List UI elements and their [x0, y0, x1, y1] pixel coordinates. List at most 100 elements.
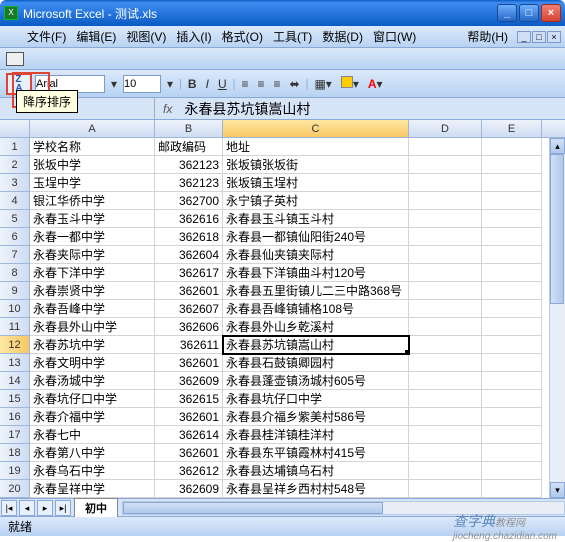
font-color-button[interactable]: A▾ [365, 77, 386, 91]
cell[interactable]: 永春汤城中学 [30, 372, 155, 390]
menu-insert[interactable]: 插入(I) [171, 26, 216, 47]
cell[interactable]: 362617 [155, 264, 223, 282]
tab-nav-first[interactable]: |◂ [1, 500, 17, 516]
scroll-up-button[interactable]: ▴ [550, 138, 565, 154]
cell[interactable]: 362616 [155, 210, 223, 228]
italic-button[interactable]: I [203, 77, 212, 91]
bold-button[interactable]: B [185, 77, 200, 91]
cell[interactable] [482, 390, 542, 408]
cell[interactable]: 永春苏坑中学 [30, 336, 155, 354]
col-header-A[interactable]: A [30, 120, 155, 137]
cell[interactable] [409, 138, 482, 156]
row-header[interactable]: 4 [0, 192, 30, 210]
cell[interactable]: 永春呈祥中学 [30, 480, 155, 498]
row-header[interactable]: 12 [0, 336, 30, 354]
cell[interactable] [482, 228, 542, 246]
align-center-button[interactable]: ≡ [254, 77, 267, 91]
sheet-tab-active[interactable]: 初中 [74, 498, 118, 517]
row-header[interactable]: 10 [0, 300, 30, 318]
cell[interactable]: 362614 [155, 426, 223, 444]
cell[interactable] [409, 210, 482, 228]
align-right-button[interactable]: ≡ [271, 77, 284, 91]
cell[interactable] [409, 354, 482, 372]
size-dropdown-icon[interactable]: ▾ [164, 77, 176, 91]
cell[interactable]: 永春县仙夹镇夹际村 [223, 246, 409, 264]
cell[interactable] [409, 156, 482, 174]
cell[interactable]: 362609 [155, 372, 223, 390]
cell[interactable] [482, 354, 542, 372]
cell[interactable]: 永春县五里街镇儿二三中路368号 [223, 282, 409, 300]
row-header[interactable]: 3 [0, 174, 30, 192]
formula-input[interactable]: 永春县苏坑镇嵩山村 [180, 99, 565, 119]
select-all-corner[interactable] [0, 120, 30, 137]
col-header-E[interactable]: E [482, 120, 542, 137]
cell[interactable]: 362606 [155, 318, 223, 336]
row-header[interactable]: 7 [0, 246, 30, 264]
cell[interactable] [482, 282, 542, 300]
cell[interactable]: 362601 [155, 354, 223, 372]
cell[interactable] [409, 336, 482, 354]
vscroll-thumb[interactable] [550, 154, 564, 304]
merge-button[interactable]: ⬌ [287, 77, 303, 91]
close-button[interactable]: × [541, 4, 561, 22]
font-size-select[interactable] [123, 75, 161, 93]
cell[interactable] [482, 480, 542, 498]
cell[interactable] [482, 246, 542, 264]
cell[interactable]: 学校名称 [30, 138, 155, 156]
row-header[interactable]: 19 [0, 462, 30, 480]
cell[interactable] [409, 192, 482, 210]
row-header[interactable]: 16 [0, 408, 30, 426]
font-dropdown-icon[interactable]: ▾ [108, 77, 120, 91]
cell[interactable]: 张坂中学 [30, 156, 155, 174]
maximize-button[interactable]: □ [519, 4, 539, 22]
cell[interactable]: 永春县介福乡紫美村586号 [223, 408, 409, 426]
cell[interactable]: 永春县呈祥乡西村村548号 [223, 480, 409, 498]
menu-tools[interactable]: 工具(T) [268, 26, 317, 47]
cell[interactable]: 永春下洋中学 [30, 264, 155, 282]
cell[interactable]: 永春县石鼓镇卿园村 [223, 354, 409, 372]
cell[interactable]: 永春县桂洋镇桂洋村 [223, 426, 409, 444]
cell[interactable] [482, 372, 542, 390]
cell[interactable]: 永春县东平镇霞林村415号 [223, 444, 409, 462]
row-header[interactable]: 6 [0, 228, 30, 246]
cell[interactable] [409, 174, 482, 192]
tab-nav-last[interactable]: ▸| [55, 500, 71, 516]
borders-button[interactable]: ▦▾ [311, 77, 334, 91]
row-header[interactable]: 13 [0, 354, 30, 372]
cell[interactable]: 永春乌石中学 [30, 462, 155, 480]
cell[interactable]: 永春玉斗中学 [30, 210, 155, 228]
cell[interactable] [482, 264, 542, 282]
col-header-C[interactable]: C [223, 120, 409, 137]
cell[interactable]: 362618 [155, 228, 223, 246]
cell[interactable]: 362607 [155, 300, 223, 318]
cell[interactable] [482, 426, 542, 444]
cell[interactable]: 永春第八中学 [30, 444, 155, 462]
cell[interactable]: 362601 [155, 282, 223, 300]
row-header[interactable]: 5 [0, 210, 30, 228]
row-header[interactable]: 18 [0, 444, 30, 462]
menu-edit[interactable]: 编辑(E) [71, 26, 121, 47]
cell[interactable]: 玉埕中学 [30, 174, 155, 192]
vertical-scrollbar[interactable]: ▴ ▾ [549, 138, 565, 498]
cell[interactable] [482, 462, 542, 480]
cell[interactable] [409, 282, 482, 300]
cell[interactable]: 362601 [155, 444, 223, 462]
cell[interactable]: 永春文明中学 [30, 354, 155, 372]
cell[interactable]: 永春县达埔镇乌石村 [223, 462, 409, 480]
cell[interactable]: 永春县外山中学 [30, 318, 155, 336]
row-header[interactable]: 1 [0, 138, 30, 156]
cell[interactable] [482, 444, 542, 462]
cell[interactable] [482, 408, 542, 426]
cell[interactable]: 邮政编码 [155, 138, 223, 156]
cell[interactable]: 362700 [155, 192, 223, 210]
underline-button[interactable]: U [215, 77, 230, 91]
tab-nav-next[interactable]: ▸ [37, 500, 53, 516]
cell[interactable]: 362123 [155, 174, 223, 192]
cell[interactable]: 张坂镇玉埕村 [223, 174, 409, 192]
row-header[interactable]: 9 [0, 282, 30, 300]
menu-format[interactable]: 格式(O) [217, 26, 268, 47]
cell[interactable]: 362612 [155, 462, 223, 480]
cell[interactable] [482, 192, 542, 210]
menu-data[interactable]: 数据(D) [317, 26, 368, 47]
cell[interactable] [409, 480, 482, 498]
